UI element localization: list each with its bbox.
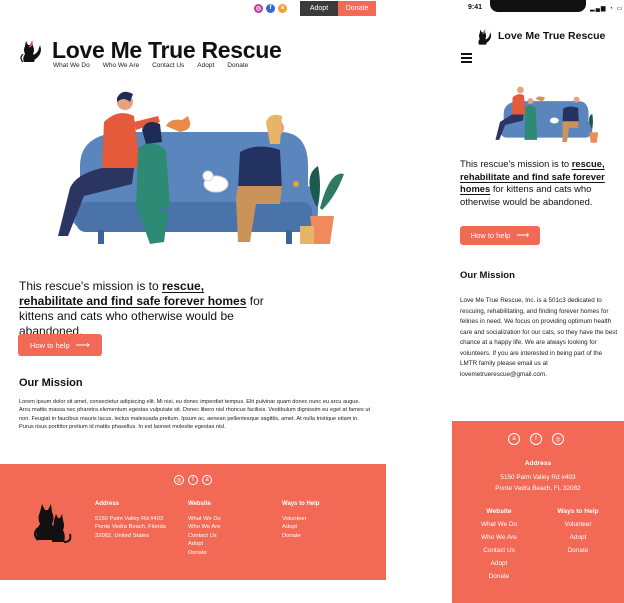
footer-link-what-we-do[interactable]: What We Do — [474, 518, 524, 531]
mobile-mission-statement: This rescue's mission is to rescue, reha… — [460, 158, 620, 208]
mobile-footer-website-links: Website What We Do Who We Are Contact Us… — [474, 505, 524, 583]
nav-who-we-are[interactable]: Who We Are — [103, 62, 139, 69]
main-nav: What We Do Who We Are Contact Us Adopt D… — [53, 62, 261, 69]
footer-link-donate[interactable]: Donate — [552, 544, 604, 557]
footer-link-donate[interactable]: Donate — [188, 549, 221, 558]
phone-notch — [490, 0, 586, 12]
footer-link-adopt[interactable]: Adopt — [552, 531, 604, 544]
footer-help-links: Ways to Help Volunteer Adopt Donate — [282, 500, 319, 540]
mobile-site-title: Love Me True Rescue — [498, 30, 606, 42]
design-mockup-canvas: ◎ f a Adopt Donate Love Me True Rescue W… — [0, 0, 624, 603]
facebook-icon[interactable]: f — [188, 475, 198, 485]
facebook-icon[interactable]: f — [266, 3, 275, 13]
footer-address: Address 5150 Palm Valley Rd #403 Ponte V… — [95, 500, 166, 540]
footer-social-icons: a f ◎ — [508, 433, 574, 445]
mobile-hero-illustration — [495, 86, 599, 143]
footer-address-heading: Address — [524, 460, 552, 467]
status-time: 9:41 — [468, 4, 483, 11]
status-signal-battery-icon: ▂▄▆ ◔ ▭ — [590, 6, 624, 12]
site-title: Love Me True Rescue — [52, 36, 282, 63]
cat-logo-icon — [20, 40, 41, 63]
footer-link-who-we-are[interactable]: Who We Are — [188, 523, 221, 532]
footer-website-heading: Website — [486, 508, 512, 515]
footer-link-adopt[interactable]: Adopt — [188, 540, 221, 549]
footer-link-adopt[interactable]: Adopt — [474, 557, 524, 570]
nav-what-we-do[interactable]: What We Do — [53, 62, 90, 69]
footer-link-contact-us[interactable]: Contact Us — [188, 532, 221, 541]
mobile-page: 9:41 ▂▄▆ ◔ ▭ Love Me True Rescue This re… — [452, 0, 624, 603]
mission-prefix: This rescue's mission is to — [460, 158, 572, 169]
mobile-footer-help-links: Ways to Help Volunteer Adopt Donate — [552, 505, 604, 557]
amazon-icon[interactable]: a — [202, 475, 212, 485]
mobile-footer-address: Address 5150 Palm Valley Rd #403 Ponte V… — [452, 458, 624, 494]
footer-address-heading: Address — [95, 501, 120, 507]
footer-link-contact-us[interactable]: Contact Us — [474, 544, 524, 557]
top-utility-bar: ◎ f a Adopt Donate — [254, 0, 376, 16]
amazon-icon[interactable]: a — [508, 433, 520, 445]
instagram-icon[interactable]: ◎ — [254, 3, 263, 13]
footer-link-what-we-do[interactable]: What We Do — [188, 515, 221, 524]
mission-body-text: Lorem ipsum dolor sit amet, consectetur … — [19, 399, 371, 430]
footer-help-heading: Ways to Help — [557, 508, 599, 515]
footer-link-who-we-are[interactable]: Who We Are — [474, 531, 524, 544]
mobile-mission-body: Love Me True Rescue, Inc. is a 501c3 ded… — [460, 297, 618, 378]
desktop-footer: ◎ f a Address 5150 Palm Valley Rd #403 P… — [0, 464, 386, 580]
nav-donate[interactable]: Donate — [227, 62, 248, 69]
address-line: Ponte Vedra Beach, FL 32082 — [495, 485, 581, 492]
mobile-how-to-help-button[interactable]: How to help ⟶ — [460, 226, 540, 245]
arrow-right-icon: ⟶ — [75, 339, 90, 351]
footer-social-icons: ◎ f a — [174, 475, 216, 485]
footer-link-donate[interactable]: Donate — [282, 532, 319, 541]
address-line: 5150 Palm Valley Rd #403 — [500, 474, 576, 481]
our-mission-heading: Our Mission — [19, 377, 83, 389]
nav-adopt[interactable]: Adopt — [197, 62, 214, 69]
cat-logo-icon — [478, 29, 492, 45]
footer-help-heading: Ways to Help — [282, 501, 320, 507]
nav-contact-us[interactable]: Contact Us — [152, 62, 184, 69]
mobile-our-mission-heading: Our Mission — [460, 270, 515, 281]
desktop-page: ◎ f a Adopt Donate Love Me True Rescue W… — [0, 0, 386, 603]
address-line: 32082, United States — [95, 532, 150, 539]
site-brand[interactable]: Love Me True Rescue — [20, 36, 282, 64]
arrow-right-icon: ⟶ — [516, 230, 530, 240]
instagram-icon[interactable]: ◎ — [552, 433, 564, 445]
mobile-footer: a f ◎ Address 5150 Palm Valley Rd #403 P… — [452, 421, 624, 603]
footer-website-links: Website What We Do Who We Are Contact Us… — [188, 500, 221, 558]
footer-link-volunteer[interactable]: Volunteer — [552, 518, 604, 531]
address-line: Ponte Vedra Beach, Florida — [95, 524, 166, 531]
footer-cats-logo-icon — [34, 504, 72, 543]
hero-illustration — [58, 91, 344, 244]
mission-statement: This rescue's mission is to rescue, reha… — [19, 279, 269, 339]
top-donate-button[interactable]: Donate — [338, 0, 376, 16]
footer-website-heading: Website — [188, 501, 211, 507]
hamburger-menu-icon[interactable] — [461, 53, 472, 65]
footer-link-volunteer[interactable]: Volunteer — [282, 515, 319, 524]
how-to-help-button[interactable]: How to help ⟶ — [18, 334, 102, 356]
how-to-help-label: How to help — [470, 231, 511, 240]
footer-link-adopt[interactable]: Adopt — [282, 523, 319, 532]
amazon-icon[interactable]: a — [278, 3, 287, 13]
facebook-icon[interactable]: f — [530, 433, 542, 445]
footer-link-donate[interactable]: Donate — [474, 570, 524, 583]
mission-prefix: This rescue's mission is to — [19, 279, 162, 293]
address-line: 5150 Palm Valley Rd #403 — [95, 515, 164, 522]
instagram-icon[interactable]: ◎ — [174, 475, 184, 485]
mobile-site-brand[interactable]: Love Me True Rescue — [476, 26, 605, 46]
top-adopt-button[interactable]: Adopt — [300, 0, 338, 16]
how-to-help-label: How to help — [30, 340, 70, 350]
